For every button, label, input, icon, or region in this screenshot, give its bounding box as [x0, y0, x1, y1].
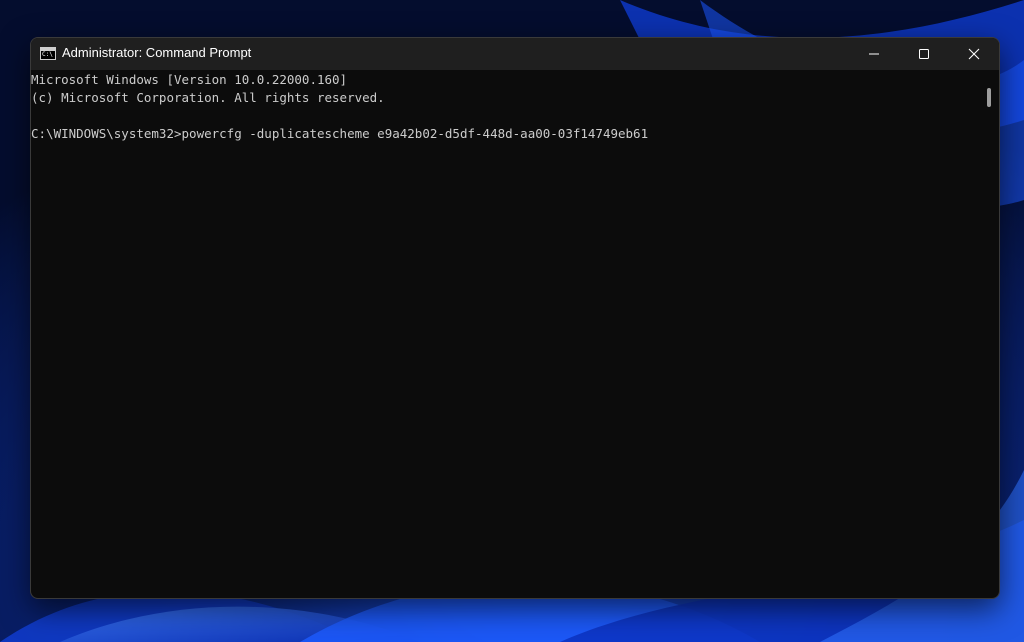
console-line: (c) Microsoft Corporation. All rights re…: [31, 90, 385, 105]
title-bar[interactable]: C:\ Administrator: Command Prompt: [31, 38, 999, 70]
console-line: Microsoft Windows [Version 10.0.22000.16…: [31, 72, 348, 87]
close-icon: [968, 48, 980, 60]
scrollbar-thumb[interactable]: [987, 88, 991, 107]
command-prompt-window[interactable]: C:\ Administrator: Command Prompt Micros…: [30, 37, 1000, 599]
maximize-icon: [919, 49, 929, 59]
window-title: Administrator: Command Prompt: [62, 45, 252, 60]
command-line: C:\WINDOWS\system32>powercfg -duplicates…: [31, 126, 649, 141]
console-output[interactable]: Microsoft Windows [Version 10.0.22000.16…: [31, 70, 979, 598]
maximize-button[interactable]: [899, 38, 949, 70]
vertical-scrollbar[interactable]: [983, 70, 997, 596]
cmd-icon: C:\: [40, 47, 56, 60]
close-button[interactable]: [949, 38, 999, 70]
minimize-button[interactable]: [849, 38, 899, 70]
minimize-icon: [869, 53, 879, 55]
